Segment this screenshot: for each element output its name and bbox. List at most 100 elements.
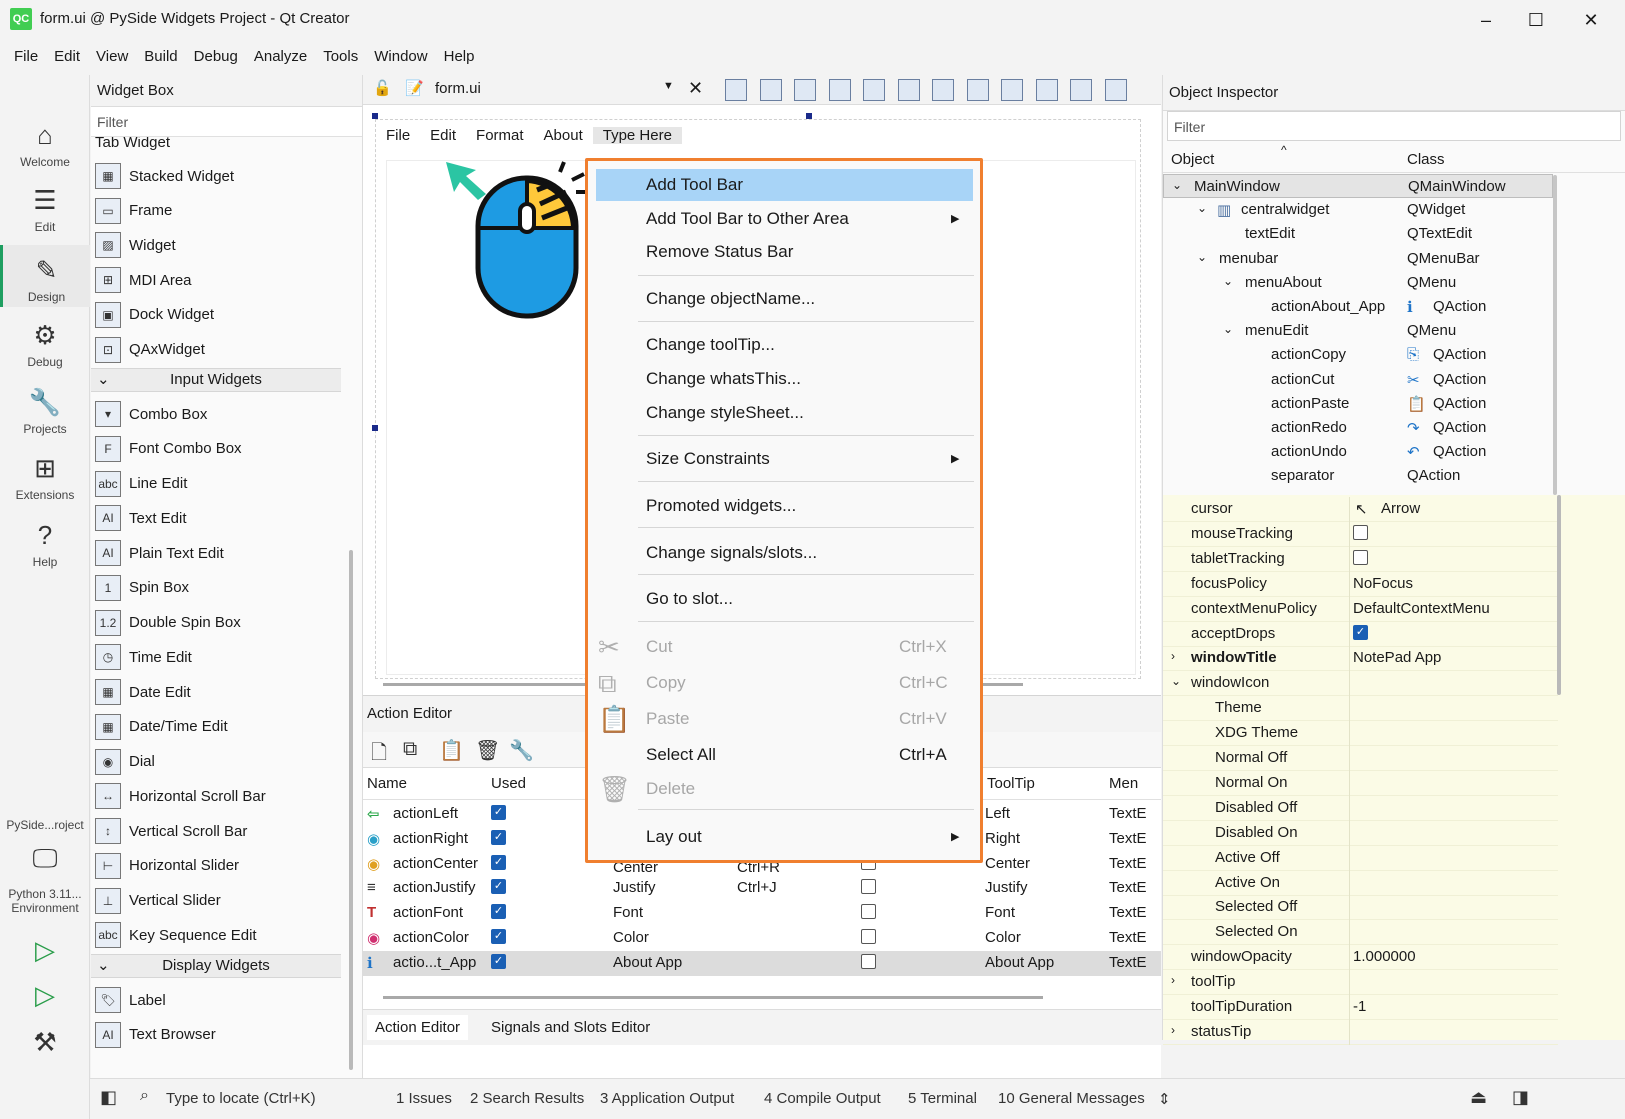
pane-issues[interactable]: 1 Issues — [396, 1090, 452, 1107]
pane-scroll-arrows-icon[interactable]: ⇕ — [1158, 1090, 1171, 1108]
widget-item[interactable]: 1.2 Double Spin Box — [95, 606, 241, 640]
object-tree-row[interactable]: actionRedo ↷ QAction — [1163, 416, 1553, 440]
action-row[interactable]: TactionFont ✓ Font Font TextE — [363, 901, 1161, 926]
form-menu-format[interactable]: Format — [466, 127, 534, 144]
paste-action-icon[interactable]: 📋 — [439, 738, 464, 763]
widget-item[interactable]: ↕ Vertical Scroll Bar — [95, 814, 247, 848]
widget-item[interactable]: ⊢ Horizontal Slider — [95, 849, 239, 883]
widget-item[interactable]: ⊡ QAxWidget — [95, 333, 205, 367]
mode-design[interactable]: ✎ Design — [0, 245, 90, 307]
new-action-icon[interactable]: 🗋 — [371, 738, 387, 772]
category-input-widgets[interactable]: ⌄ Input Widgets — [91, 368, 341, 393]
right-sidebar-toggle-icon[interactable]: ◨ — [1512, 1087, 1529, 1108]
layout-tool-icon[interactable] — [1104, 79, 1127, 101]
menu-item-change-stylesheet[interactable]: Change styleSheet... — [596, 397, 973, 429]
minimize-button[interactable]: – — [1466, 5, 1506, 35]
widget-item[interactable]: ▭ Frame — [95, 194, 172, 228]
property-row[interactable]: mouseTracking — [1163, 521, 1558, 547]
maximize-button[interactable]: ☐ — [1516, 5, 1556, 35]
expand-arrow-icon[interactable]: › — [1171, 1023, 1175, 1037]
property-value[interactable]: DefaultContextMenu — [1353, 600, 1490, 617]
property-value[interactable]: Arrow — [1381, 500, 1420, 517]
checkable-checkbox[interactable] — [861, 904, 876, 920]
used-checkbox[interactable]: ✓ — [491, 953, 506, 969]
widget-item[interactable]: ▾ Combo Box — [95, 397, 207, 431]
expand-arrow-icon[interactable]: ⌄ — [1197, 250, 1207, 264]
progress-details-icon[interactable]: ⏏ — [1470, 1087, 1487, 1108]
object-tree-row[interactable]: separator QAction — [1163, 464, 1553, 488]
delete-action-icon[interactable]: 🗑 — [475, 738, 500, 763]
object-inspector-filter[interactable]: Filter — [1167, 111, 1621, 141]
property-scrollbar[interactable] — [1557, 495, 1561, 695]
menu-item-change-tooltip[interactable]: Change toolTip... — [596, 329, 973, 361]
layout-tool-icon[interactable] — [897, 79, 920, 101]
sidebar-toggle-icon[interactable]: ◧ — [100, 1087, 117, 1108]
property-row[interactable]: toolTipDuration -1 — [1163, 995, 1558, 1020]
property-row[interactable]: › toolTip — [1163, 970, 1558, 996]
widget-item[interactable]: ⊞ MDI Area — [95, 263, 192, 297]
mode-projects[interactable]: 🔧 Projects — [0, 387, 90, 436]
layout-tool-icon[interactable] — [863, 79, 885, 101]
mode-extensions[interactable]: ⊞ Extensions — [0, 453, 90, 502]
layout-tool-icon[interactable] — [1035, 79, 1058, 101]
object-tree-row[interactable]: ⌄ menuEdit QMenu — [1163, 319, 1553, 343]
used-checkbox[interactable]: ✓ — [491, 829, 506, 845]
col-object[interactable]: Object — [1171, 151, 1214, 168]
menu-item-add-tool-bar[interactable]: Add Tool Bar — [596, 169, 973, 201]
object-tree-scrollbar[interactable] — [1553, 175, 1557, 495]
checkable-checkbox[interactable] — [861, 879, 876, 895]
object-tree-row[interactable]: actionCopy ⎘ QAction — [1163, 343, 1553, 367]
menu-edit[interactable]: Edit — [46, 48, 88, 65]
property-checkbox[interactable] — [1353, 524, 1368, 540]
widget-item[interactable]: ▦ Stacked Widget — [95, 159, 234, 193]
used-checkbox[interactable]: ✓ — [491, 805, 506, 820]
layout-tool-icon[interactable] — [794, 79, 816, 101]
configure-action-icon[interactable]: 🔧 — [509, 738, 534, 763]
resize-handle-tl[interactable] — [372, 113, 378, 119]
col-class[interactable]: Class — [1407, 151, 1445, 168]
pane-terminal[interactable]: 5 Terminal — [908, 1090, 977, 1107]
menu-item-add-tool-bar-to-other-area[interactable]: Add Tool Bar to Other Area ▶ — [596, 203, 973, 235]
menu-item-change-whatsthis[interactable]: Change whatsThis... — [596, 363, 973, 395]
expand-arrow-icon[interactable]: ⌄ — [1172, 178, 1182, 192]
layout-tool-icon[interactable] — [1001, 79, 1023, 101]
property-row[interactable]: windowOpacity 1.000000 — [1163, 945, 1558, 971]
build-button[interactable]: ⚒ — [0, 1027, 90, 1062]
object-tree-row[interactable]: actionAbout_App ℹ QAction — [1163, 295, 1553, 319]
menu-help[interactable]: Help — [436, 48, 483, 65]
pane-general-messages[interactable]: 10 General Messages — [998, 1090, 1145, 1107]
form-menu-edit[interactable]: Edit — [420, 127, 466, 144]
object-tree-row[interactable]: actionCut ✂ QAction — [1163, 368, 1553, 392]
layout-tool-icon[interactable] — [759, 79, 782, 101]
property-row[interactable]: XDG Theme — [1163, 721, 1558, 747]
property-row[interactable]: contextMenuPolicy DefaultContextMenu — [1163, 596, 1558, 622]
close-file-icon[interactable]: ✕ — [688, 78, 703, 99]
property-row[interactable]: Disabled Off — [1163, 795, 1558, 821]
menu-window[interactable]: Window — [366, 48, 435, 65]
tab-action-editor[interactable]: Action Editor — [367, 1015, 469, 1040]
col-name[interactable]: Name — [367, 775, 407, 792]
menu-item-remove-status-bar[interactable]: Remove Status Bar — [596, 236, 973, 268]
mode-debug[interactable]: ⚙ Debug — [0, 320, 90, 369]
widget-item[interactable]: 🏷 Label — [95, 983, 166, 1017]
expand-arrow-icon[interactable]: › — [1171, 973, 1175, 987]
form-menu-about[interactable]: About — [534, 127, 593, 144]
menu-build[interactable]: Build — [136, 48, 185, 65]
widget-item[interactable]: ◷ Time Edit — [95, 640, 192, 674]
menu-tools[interactable]: Tools — [315, 48, 366, 65]
widget-box-scrollbar[interactable] — [349, 550, 353, 1070]
pane-application-output[interactable]: 3 Application Output — [600, 1090, 734, 1107]
expand-arrow-icon[interactable]: › — [1171, 649, 1175, 663]
menu-item-change-objectname[interactable]: Change objectName... — [596, 283, 973, 315]
widget-item[interactable]: ▦ Date/Time Edit — [95, 710, 228, 744]
widget-box-filter[interactable]: Filter — [91, 107, 362, 137]
widget-item[interactable]: 1 Spin Box — [95, 571, 189, 605]
object-tree-row[interactable]: actionUndo ↶ QAction — [1163, 440, 1553, 464]
property-row[interactable]: Normal Off — [1163, 746, 1558, 771]
layout-tool-icon[interactable] — [1070, 79, 1092, 101]
property-checkbox[interactable]: ✓ — [1353, 624, 1368, 640]
resize-handle-left[interactable] — [372, 425, 378, 431]
widget-item[interactable]: F Font Combo Box — [95, 432, 242, 466]
widget-item[interactable]: abc Line Edit — [95, 467, 187, 501]
open-file-name[interactable]: form.ui — [435, 80, 481, 97]
